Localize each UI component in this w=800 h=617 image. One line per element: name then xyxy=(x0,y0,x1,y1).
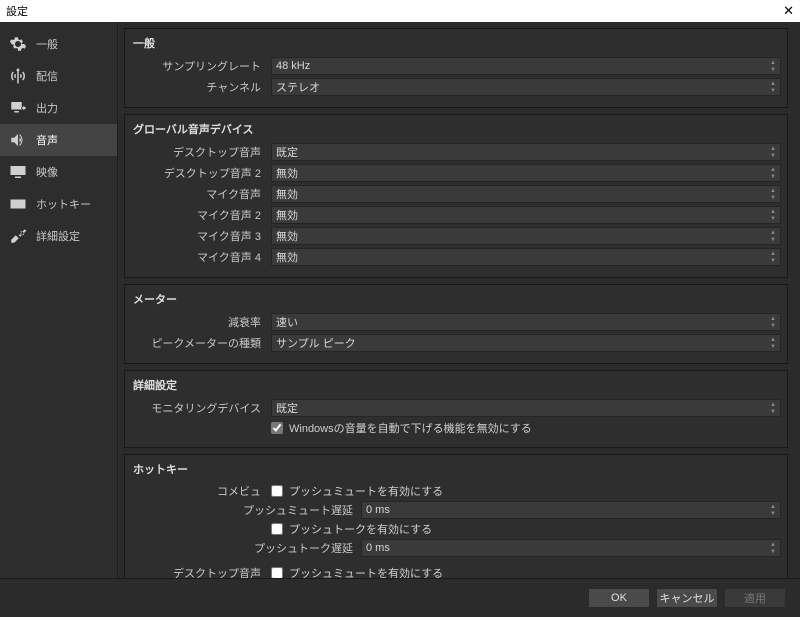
sample-rate-select[interactable]: 48 kHz▲▼ xyxy=(271,57,781,75)
peak-meter-select[interactable]: サンプル ピーク▲▼ xyxy=(271,334,781,352)
peak-meter-label: ピークメーターの種類 xyxy=(131,335,271,351)
gear-icon xyxy=(8,34,28,54)
sidebar-item-hotkeys[interactable]: ホットキー xyxy=(0,188,117,220)
section-title: 一般 xyxy=(133,35,781,51)
push-mute-enable-checkbox[interactable]: プッシュミュートを有効にする xyxy=(271,565,443,578)
window-title: 設定 xyxy=(6,3,28,19)
mic-audio-4-select[interactable]: 無効▲▼ xyxy=(271,248,781,266)
sidebar-item-label: 一般 xyxy=(36,36,58,52)
keyboard-icon xyxy=(8,194,28,214)
desktop-audio-2-select[interactable]: 無効▲▼ xyxy=(271,164,781,182)
sidebar-item-label: 詳細設定 xyxy=(36,228,80,244)
tools-icon xyxy=(8,226,28,246)
monitoring-device-select[interactable]: 既定▲▼ xyxy=(271,399,781,417)
ok-button[interactable]: OK xyxy=(588,588,650,608)
desktop-audio-1-label: デスクトップ音声 xyxy=(131,144,271,160)
push-mute-delay-label: プッシュミュート遅延 xyxy=(131,502,361,518)
antenna-icon xyxy=(8,66,28,86)
section-hotkeys: ホットキー コメビュ プッシュミュートを有効にする プッシュミュート遅延0 ms… xyxy=(124,454,788,578)
sidebar-item-label: ホットキー xyxy=(36,196,91,212)
section-title: メーター xyxy=(133,291,781,307)
footer: OK キャンセル 適用 xyxy=(0,578,800,616)
section-advanced: 詳細設定 モニタリングデバイス既定▲▼ Windowsの音量を自動で下げる機能を… xyxy=(124,370,788,448)
desktop-audio-1-select[interactable]: 既定▲▼ xyxy=(271,143,781,161)
sidebar-item-video[interactable]: 映像 xyxy=(0,156,117,188)
output-icon xyxy=(8,98,28,118)
sidebar-item-label: 出力 xyxy=(36,100,58,116)
mic-audio-1-label: マイク音声 xyxy=(131,186,271,202)
sidebar-item-general[interactable]: 一般 xyxy=(0,28,117,60)
channels-label: チャンネル xyxy=(131,79,271,95)
mic-audio-2-select[interactable]: 無効▲▼ xyxy=(271,206,781,224)
monitor-icon xyxy=(8,162,28,182)
push-talk-delay-spin[interactable]: 0 ms▲▼ xyxy=(361,539,781,557)
sidebar-item-audio[interactable]: 音声 xyxy=(0,124,117,156)
hotkey-source-1-label: コメビュ xyxy=(131,483,271,499)
mic-audio-3-label: マイク音声 3 xyxy=(131,228,271,244)
sidebar-item-label: 音声 xyxy=(36,132,58,148)
sidebar-item-stream[interactable]: 配信 xyxy=(0,60,117,92)
push-mute-enable-checkbox[interactable]: プッシュミュートを有効にする xyxy=(271,483,443,499)
hotkey-source-2-label: デスクトップ音声 xyxy=(131,565,271,578)
channels-select[interactable]: ステレオ▲▼ xyxy=(271,78,781,96)
apply-button[interactable]: 適用 xyxy=(724,588,786,608)
decay-rate-select[interactable]: 速い▲▼ xyxy=(271,313,781,331)
push-talk-delay-label: プッシュトーク遅延 xyxy=(131,540,361,556)
mic-audio-3-select[interactable]: 無効▲▼ xyxy=(271,227,781,245)
sidebar-item-advanced[interactable]: 詳細設定 xyxy=(0,220,117,252)
section-general: 一般 サンプリングレート 48 kHz▲▼ チャンネル ステレオ▲▼ xyxy=(124,28,788,108)
mic-audio-1-select[interactable]: 無効▲▼ xyxy=(271,185,781,203)
mic-audio-4-label: マイク音声 4 xyxy=(131,249,271,265)
sidebar-item-label: 配信 xyxy=(36,68,58,84)
sidebar-item-label: 映像 xyxy=(36,164,58,180)
speaker-icon xyxy=(8,130,28,150)
decay-rate-label: 減衰率 xyxy=(131,314,271,330)
sidebar-item-output[interactable]: 出力 xyxy=(0,92,117,124)
section-title: 詳細設定 xyxy=(133,377,781,393)
monitoring-device-label: モニタリングデバイス xyxy=(131,400,271,416)
mic-audio-2-label: マイク音声 2 xyxy=(131,207,271,223)
section-title: グローバル音声デバイス xyxy=(133,121,781,137)
titlebar: 設定 ✕ xyxy=(0,0,800,22)
disable-ducking-checkbox[interactable]: Windowsの音量を自動で下げる機能を無効にする xyxy=(271,420,781,436)
close-icon[interactable]: ✕ xyxy=(783,3,794,19)
sample-rate-label: サンプリングレート xyxy=(131,58,271,74)
section-title: ホットキー xyxy=(133,461,781,477)
desktop-audio-2-label: デスクトップ音声 2 xyxy=(131,165,271,181)
section-meter: メーター 減衰率速い▲▼ ピークメーターの種類サンプル ピーク▲▼ xyxy=(124,284,788,364)
settings-scroll[interactable]: 一般 サンプリングレート 48 kHz▲▼ チャンネル ステレオ▲▼ グローバル… xyxy=(118,22,800,578)
push-mute-delay-spin[interactable]: 0 ms▲▼ xyxy=(361,501,781,519)
sidebar: 一般 配信 出力 音声 映像 ホットキー 詳細設定 xyxy=(0,22,118,578)
cancel-button[interactable]: キャンセル xyxy=(656,588,718,608)
section-devices: グローバル音声デバイス デスクトップ音声既定▲▼ デスクトップ音声 2無効▲▼ … xyxy=(124,114,788,278)
push-talk-enable-checkbox[interactable]: プッシュトークを有効にする xyxy=(271,521,432,537)
